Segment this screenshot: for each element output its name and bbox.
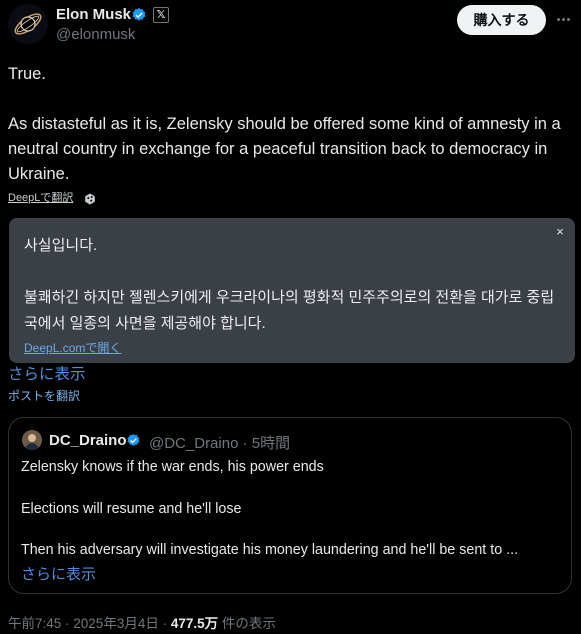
open-deepl-link[interactable]: DeepL.comで開く xyxy=(24,339,121,356)
translate-post-link[interactable]: ポストを翻訳 xyxy=(8,388,80,404)
subscribe-button[interactable]: 購入する xyxy=(457,5,546,35)
deepl-logo-icon xyxy=(84,192,96,205)
author-name[interactable]: Elon Musk xyxy=(56,5,131,25)
view-count-label: 件の表示 xyxy=(221,616,276,631)
quote-handle[interactable]: @DC_Draino xyxy=(149,435,238,452)
post-time[interactable]: 午前7:45 xyxy=(8,616,61,631)
translation-text: 사실입니다. 불쾌하긴 하지만 젤렌스키에게 우크라이나의 평화적 민주주의로의… xyxy=(24,237,555,332)
footer-separator: · xyxy=(61,616,74,631)
quote-author-name[interactable]: DC_Draino xyxy=(49,432,127,449)
meta-separator: · xyxy=(238,435,252,452)
author-handle[interactable]: @elonmusk xyxy=(56,26,135,44)
deepl-translate-link[interactable]: DeepLで翻訳 xyxy=(8,191,73,205)
quote-time[interactable]: 5時間 xyxy=(252,435,290,452)
quote-avatar[interactable] xyxy=(22,430,42,450)
show-more-link[interactable]: さらに表示 xyxy=(8,365,86,385)
tweet-footer: 午前7:45 · 2025年3月4日 · 477.5万 件の表示 xyxy=(8,612,276,632)
more-options-icon[interactable] xyxy=(553,9,573,29)
quote-show-more-link[interactable]: さらに表示 xyxy=(21,563,96,584)
avatar[interactable] xyxy=(8,4,48,44)
x-affiliate-icon: 𝕏 xyxy=(153,7,169,23)
footer-separator: · xyxy=(158,616,171,631)
quote-meta: @DC_Draino · 5時間 xyxy=(149,432,290,453)
tweet-text: True. As distasteful as it is, Zelensky … xyxy=(8,65,561,183)
quote-text: Zelensky knows if the war ends, his powe… xyxy=(21,459,519,559)
post-date[interactable]: 2025年3月4日 xyxy=(73,616,159,631)
verified-badge-icon xyxy=(131,7,147,23)
verified-badge-icon xyxy=(126,433,141,448)
view-count: 477.5万 xyxy=(170,616,219,631)
